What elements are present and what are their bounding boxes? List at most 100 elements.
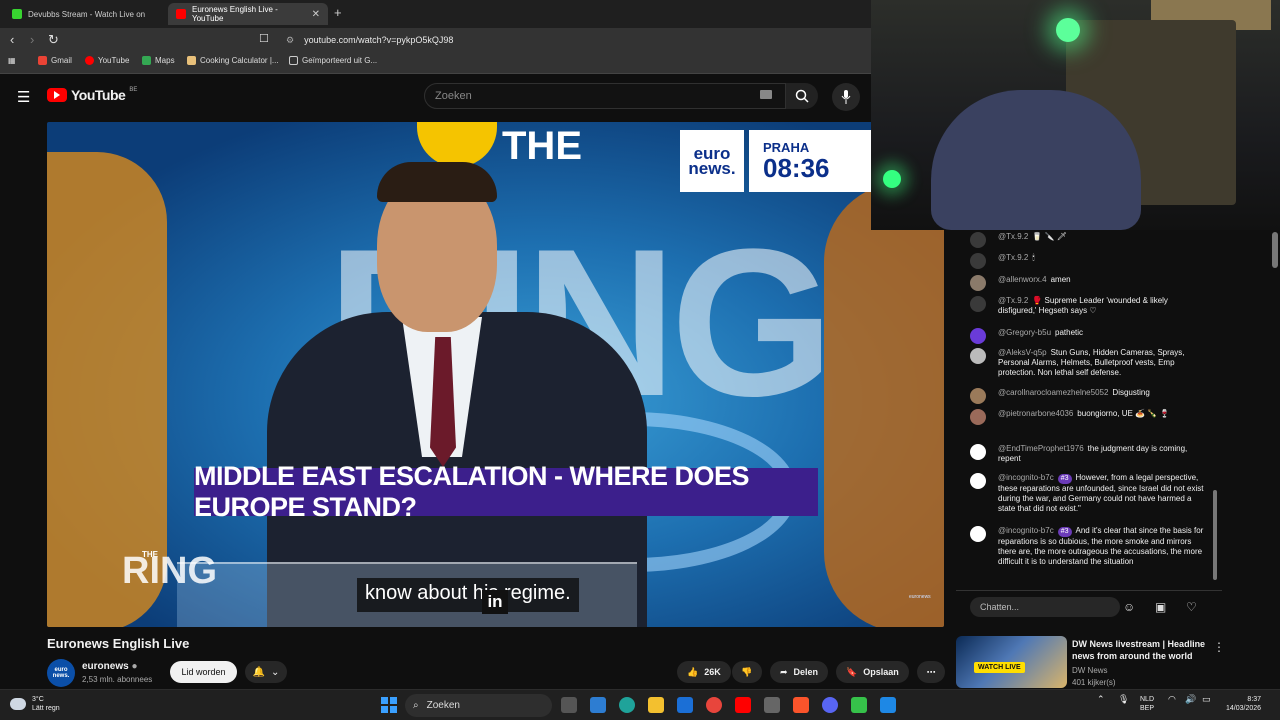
dislike-button[interactable]: 👎 — [732, 661, 762, 683]
wifi-icon[interactable]: ◠ — [1168, 695, 1176, 704]
emoji-icon[interactable]: ☺ — [1123, 600, 1135, 614]
cloud-rain-icon — [10, 698, 26, 710]
thumbs-down-icon: 👎 — [741, 666, 753, 677]
avatar[interactable] — [970, 348, 986, 364]
avatar[interactable] — [970, 296, 986, 312]
video-player[interactable]: THE RING euro news. PRAHA 08:36 THE RING… — [47, 122, 944, 627]
chrome-icon[interactable] — [706, 697, 722, 713]
avatar[interactable] — [970, 232, 986, 248]
related-title[interactable]: DW News livestream | Headline news from … — [1072, 638, 1212, 662]
avatar[interactable] — [970, 253, 986, 269]
page-scrollbar[interactable] — [1272, 232, 1278, 268]
reload-icon[interactable]: ↻ — [48, 32, 59, 48]
bookmark-cooking[interactable]: Cooking Calculator |... — [187, 56, 279, 65]
start-button[interactable] — [381, 697, 397, 713]
bookmark-gmail[interactable]: Gmail — [38, 56, 72, 65]
close-tab-icon[interactable]: ✕ — [312, 9, 320, 20]
avatar[interactable] — [970, 388, 986, 404]
outlook-icon[interactable] — [677, 697, 693, 713]
tab-devubbs[interactable]: Devubbs Stream - Watch Live on — [4, 3, 164, 25]
url-field[interactable]: ⚙ youtube.com/watch?v=pykpO5kQJ98 — [278, 30, 878, 50]
chat-author[interactable]: @carollnarocloamezhelne5052 — [998, 388, 1108, 397]
super-chat-icon[interactable]: ▣ — [1155, 600, 1166, 614]
site-info-icon[interactable]: ⚙ — [286, 35, 294, 46]
avatar[interactable] — [970, 526, 986, 542]
discord-icon[interactable] — [822, 697, 838, 713]
subscriber-count: 2,53 mln. abonnees — [82, 675, 153, 684]
battery-icon[interactable]: ▭ — [1202, 695, 1211, 704]
channel-name[interactable]: euronews ● — [82, 661, 138, 672]
avatar[interactable] — [970, 473, 986, 489]
forward-icon[interactable]: › — [30, 32, 34, 47]
chat-author[interactable]: @Tx.9.2 — [998, 253, 1028, 262]
clock[interactable]: 8:37 14/03/2026 — [1226, 695, 1261, 713]
menu-icon[interactable]: ☰ — [17, 88, 30, 106]
presenter-hair — [377, 162, 497, 202]
more-icon[interactable]: ⋮ — [1213, 640, 1225, 654]
youtube-app-icon[interactable] — [735, 697, 751, 713]
avatar[interactable] — [970, 444, 986, 460]
chat-author[interactable]: @allenworx.4 — [998, 275, 1047, 284]
game-icon[interactable] — [851, 697, 867, 713]
avatar[interactable] — [970, 409, 986, 425]
edge-icon[interactable] — [619, 697, 635, 713]
related-video[interactable]: WATCH LIVE DW News livestream | Headline… — [956, 636, 1226, 688]
search-button[interactable] — [786, 83, 818, 109]
chat-author[interactable]: @incognito-b7c — [998, 473, 1054, 482]
bookmark-icon[interactable]: ☐ — [259, 32, 269, 45]
chat-input[interactable]: Chatten... — [970, 597, 1120, 617]
chat-author[interactable]: @Tx.9.2 — [998, 296, 1028, 305]
calculator-icon[interactable] — [764, 697, 780, 713]
cooking-icon — [187, 56, 196, 65]
bookmark-maps[interactable]: Maps — [142, 56, 175, 65]
live-chat: @Tx.9.2 🥛 🔪 🗡 @Tx.9.2 🕯 @allenworx.4 amen @… — [956, 230, 1222, 587]
backdrop-face-right — [824, 182, 944, 627]
channel-avatar[interactable]: euro news. — [47, 659, 75, 687]
keyboard-icon[interactable] — [760, 90, 772, 99]
task-view-icon[interactable] — [561, 697, 577, 713]
chat-author[interactable]: @EndTimeProphet1976 — [998, 444, 1084, 453]
related-channel[interactable]: DW News — [1072, 666, 1108, 675]
avatar[interactable] — [970, 275, 986, 291]
weather-widget[interactable]: 3°C Lätt regn — [10, 695, 60, 713]
save-button[interactable]: 🔖 Opslaan — [836, 661, 909, 683]
avatar[interactable] — [970, 328, 986, 344]
mic-tray-icon[interactable]: 🎙 — [1118, 695, 1129, 704]
chat-author[interactable]: @AleksV-q5p — [998, 348, 1047, 357]
back-icon[interactable]: ‹ — [10, 32, 14, 47]
taskbar-search[interactable]: ⌕ Zoeken — [405, 694, 552, 717]
chat-author[interactable]: @incognito-b7c — [998, 526, 1054, 535]
voice-search-button[interactable] — [832, 83, 860, 111]
chat-author[interactable]: @Tx.9.2 — [998, 232, 1028, 241]
youtube-play-icon — [47, 88, 67, 102]
new-tab-button[interactable]: + — [334, 5, 342, 20]
chat-author[interactable]: @pietronarbone4036 — [998, 409, 1073, 418]
chat-author[interactable]: @Gregory-b5u — [998, 328, 1051, 337]
volume-icon[interactable]: 🔊 — [1185, 695, 1196, 704]
like-button[interactable]: 👍 26K — [677, 661, 731, 683]
search-input[interactable]: Zoeken — [424, 83, 786, 109]
file-explorer-icon[interactable] — [648, 697, 664, 713]
tab-youtube[interactable]: Euronews English Live - YouTube ✕ — [168, 3, 328, 25]
the-ring-logo-shape — [417, 122, 497, 167]
app-icon[interactable] — [880, 697, 896, 713]
more-actions-button[interactable]: ⋯ — [917, 661, 945, 683]
chat-scrollbar[interactable] — [1213, 490, 1217, 580]
share-button[interactable]: ➦ Delen — [770, 661, 829, 683]
chat-message: @Tx.9.2 🕯 — [970, 253, 1206, 269]
join-button[interactable]: Lid worden — [170, 661, 237, 683]
maps-icon — [142, 56, 151, 65]
tray-chevron-icon[interactable]: ⌃ — [1097, 695, 1105, 704]
apps-grid-icon[interactable]: ▦ — [8, 56, 16, 65]
bookmark-imported[interactable]: Geïmporteerd uit G... — [289, 56, 377, 65]
video-title: Euronews English Live — [47, 636, 190, 651]
bookmark-youtube[interactable]: YouTube — [85, 56, 129, 65]
language-indicator[interactable]: NLD BEP — [1140, 695, 1154, 713]
heart-icon[interactable]: ♡ — [1186, 600, 1197, 614]
tab-label: Devubbs Stream - Watch Live on — [28, 9, 146, 19]
brave-icon[interactable] — [793, 697, 809, 713]
save-icon: 🔖 — [846, 666, 858, 677]
notifications-button[interactable]: 🔔 ⌄ — [245, 661, 287, 683]
store-icon[interactable] — [590, 697, 606, 713]
youtube-logo[interactable]: YouTube BE — [47, 87, 137, 103]
